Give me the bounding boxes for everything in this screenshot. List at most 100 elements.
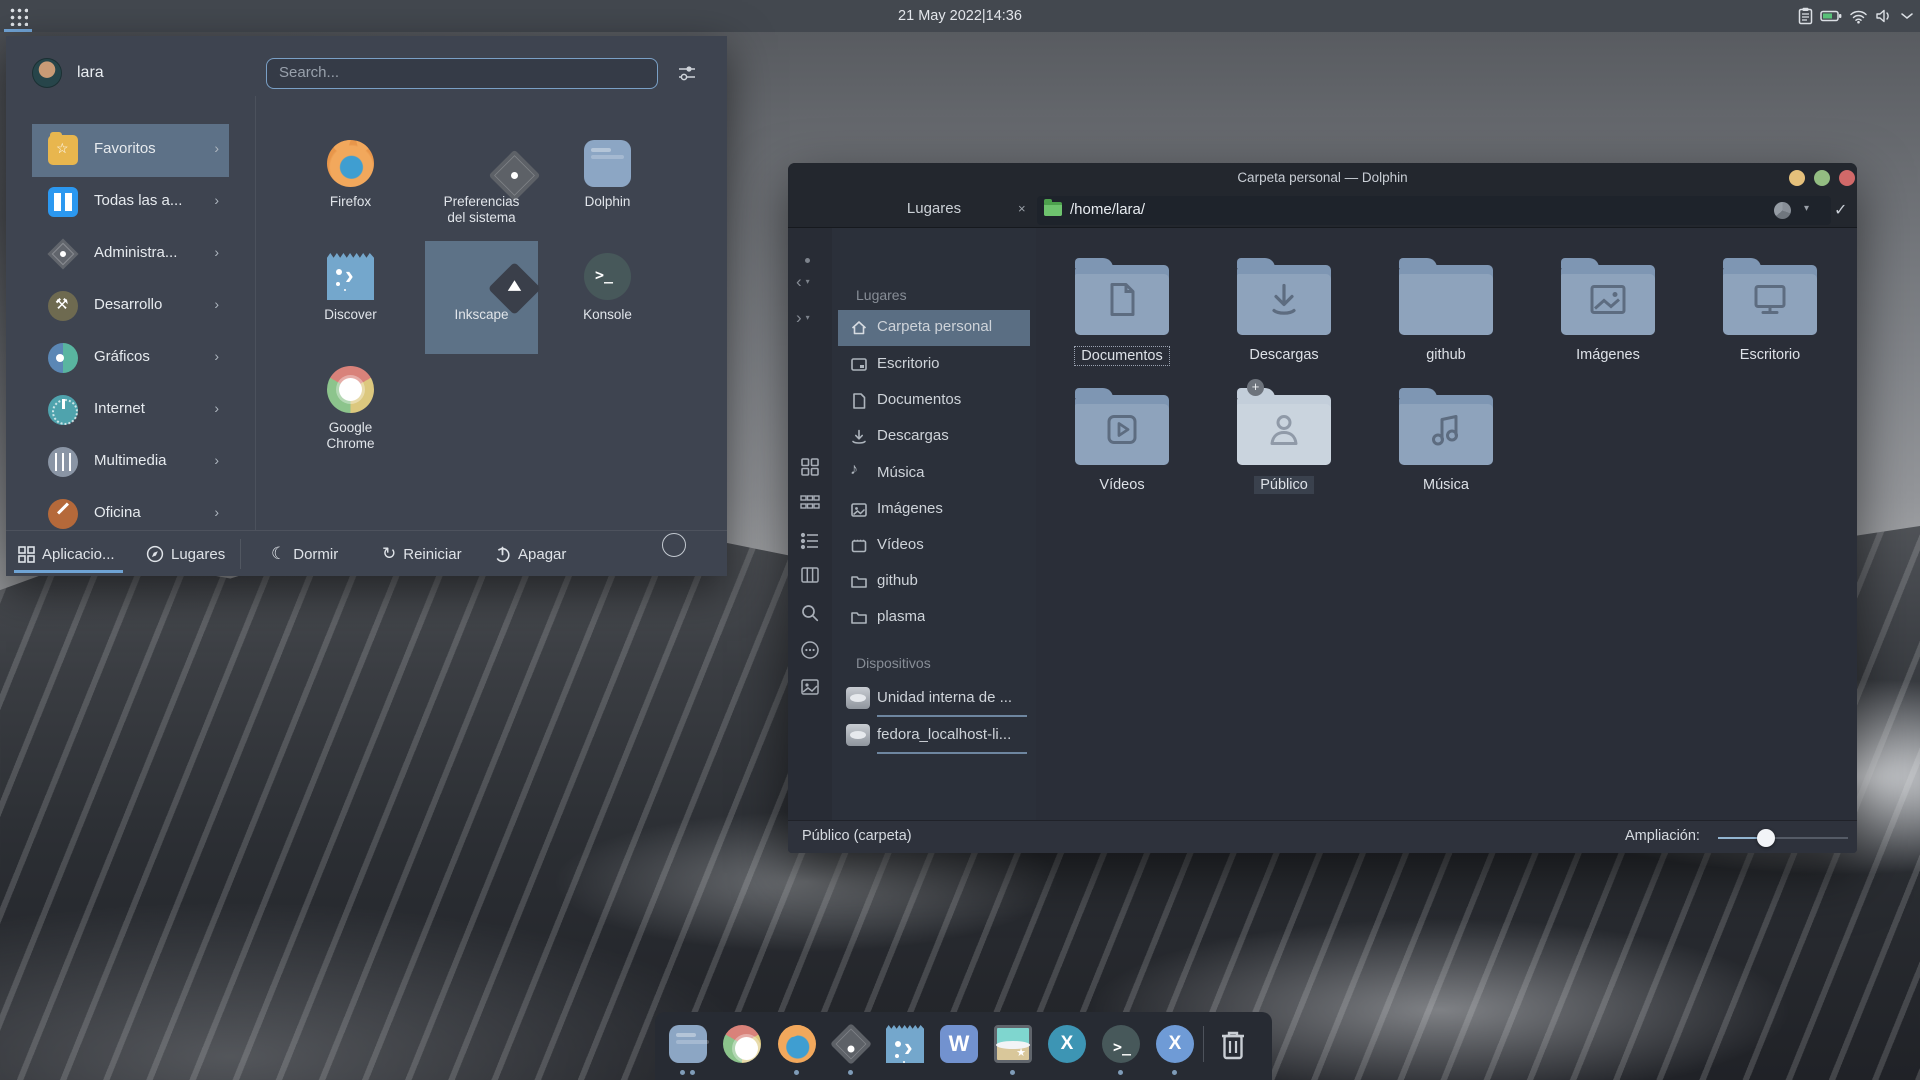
split-view-button[interactable] <box>799 564 821 586</box>
zoom-slider-handle[interactable] <box>1757 829 1775 847</box>
place-imagenes[interactable]: Imágenes <box>838 492 1030 528</box>
folder-view[interactable]: Documentos Descargas github Imágenes Esc… <box>1036 228 1857 820</box>
device-fedora-localhost[interactable]: fedora_localhost-li... <box>838 718 1030 754</box>
folder-videos[interactable] <box>1075 395 1169 465</box>
dock-trash-icon[interactable] <box>1218 1028 1248 1062</box>
folder-icon <box>850 609 868 627</box>
icons-view-button[interactable] <box>799 456 821 478</box>
panel-handle-dot <box>805 258 810 263</box>
sidebar-item-todas-las-aplicaciones[interactable]: Todas las a... › <box>32 176 229 229</box>
back-button[interactable]: ‹▾ <box>796 272 832 292</box>
place-plasma[interactable]: plasma <box>838 600 1030 636</box>
battery-icon[interactable] <box>1820 9 1842 23</box>
dock-chrome-icon[interactable] <box>723 1025 761 1063</box>
place-videos[interactable]: Vídeos <box>838 528 1030 564</box>
device-unidad-interna[interactable]: Unidad interna de ... <box>838 681 1030 717</box>
dock-dolphin-icon[interactable] <box>669 1025 707 1063</box>
panel-chevron-down-icon[interactable] <box>1900 11 1914 21</box>
dock-firefox-icon[interactable] <box>778 1025 816 1063</box>
folder-label-github[interactable]: github <box>1371 346 1521 364</box>
search-input[interactable]: Search... <box>266 58 658 89</box>
places-panel-close-icon[interactable]: × <box>1018 192 1026 228</box>
running-indicator-dot <box>1118 1070 1123 1075</box>
favorite-inkscape[interactable]: Inkscape <box>425 241 538 354</box>
folder-escritorio[interactable] <box>1723 265 1817 335</box>
place-carpeta-personal[interactable]: Carpeta personal <box>838 310 1030 346</box>
sidebar-item-oficina[interactable]: Oficina › <box>32 488 229 530</box>
volume-icon[interactable] <box>1875 8 1893 24</box>
folder-github[interactable] <box>1399 265 1493 335</box>
favorite-preferencias-del-sistema[interactable]: Preferenciasdel sistema <box>425 128 538 241</box>
wifi-icon[interactable] <box>1849 9 1868 24</box>
place-musica[interactable]: ♪ Música <box>838 456 1030 492</box>
search-button[interactable] <box>799 602 821 624</box>
location-caret-down-icon[interactable]: ▾ <box>1804 203 1809 214</box>
sidebar-item-label: Internet <box>94 400 145 417</box>
dock-x-icon[interactable]: X <box>1156 1025 1194 1063</box>
favorite-label: Preferenciasdel sistema <box>425 194 538 225</box>
folder-descargas[interactable] <box>1237 265 1331 335</box>
favorite-label: Inkscape <box>425 307 538 323</box>
favorites-folder-icon <box>48 135 78 165</box>
sidebar-item-internet[interactable]: Internet › <box>32 384 229 437</box>
dock-gallery-icon[interactable] <box>994 1025 1032 1063</box>
place-label: github <box>877 572 918 589</box>
configure-icon[interactable] <box>676 62 698 89</box>
shutdown-button[interactable]: Apagar <box>494 531 566 577</box>
sidebar-item-favoritos[interactable]: Favoritos › <box>32 124 229 177</box>
forward-button[interactable]: ›▾ <box>796 308 832 328</box>
sidebar-item-graficos[interactable]: Gráficos › <box>32 332 229 385</box>
dock-writer-icon[interactable]: W <box>940 1025 978 1063</box>
compact-view-button[interactable] <box>799 491 821 513</box>
sleep-button[interactable]: ☾ Dormir <box>271 531 338 577</box>
sidebar-item-desarrollo[interactable]: Desarrollo › <box>32 280 229 333</box>
dock-system-settings-icon[interactable] <box>832 1025 870 1063</box>
sidebar-item-multimedia[interactable]: Multimedia › <box>32 436 229 489</box>
more-options-button[interactable] <box>799 639 821 661</box>
office-icon <box>48 499 78 529</box>
accept-button[interactable]: ✓ <box>1834 200 1847 220</box>
place-github[interactable]: github <box>838 564 1030 600</box>
maximize-button[interactable] <box>1814 170 1830 186</box>
folder-publico[interactable] <box>1237 395 1331 465</box>
tab-lugares[interactable]: Lugares <box>146 531 225 577</box>
favorite-google-chrome[interactable]: GoogleChrome <box>294 354 407 467</box>
folder-label-imagenes[interactable]: Imágenes <box>1533 346 1683 364</box>
folder-label-escritorio[interactable]: Escritorio <box>1695 346 1845 364</box>
preview-button[interactable] <box>799 676 821 698</box>
place-escritorio[interactable]: Escritorio <box>838 347 1030 383</box>
location-bar[interactable]: /home/lara/ ▾ <box>1037 196 1831 225</box>
free-space-icon[interactable] <box>1774 202 1791 219</box>
user-avatar[interactable] <box>32 58 62 88</box>
dock-code-icon[interactable]: X <box>1048 1025 1086 1063</box>
digital-clock[interactable]: 21 May 2022|14:36 <box>0 0 1920 32</box>
folder-label-publico[interactable]: Público <box>1209 476 1359 494</box>
folder-label-musica[interactable]: Música <box>1371 476 1521 494</box>
details-view-button[interactable] <box>799 530 821 552</box>
clipboard-icon[interactable] <box>1798 7 1813 25</box>
favorite-firefox[interactable]: Firefox <box>294 128 407 241</box>
favorite-discover[interactable]: Discover <box>294 241 407 354</box>
select-plus-badge[interactable]: + <box>1247 379 1264 396</box>
folder-documentos[interactable] <box>1075 265 1169 335</box>
collapse-session-buttons[interactable] <box>662 533 686 557</box>
folder-imagenes[interactable] <box>1561 265 1655 335</box>
zoom-slider[interactable] <box>1718 837 1848 839</box>
favorite-konsole[interactable]: Konsole <box>551 241 664 354</box>
dock-discover-icon[interactable] <box>886 1025 924 1063</box>
close-button[interactable] <box>1839 170 1855 186</box>
place-descargas[interactable]: Descargas <box>838 419 1030 455</box>
sidebar-item-administracion[interactable]: Administra... › <box>32 228 229 281</box>
dolphin-window: Carpeta personal — Dolphin Lugares × /ho… <box>788 163 1857 853</box>
restart-button[interactable]: ↻ Reiniciar <box>382 531 462 577</box>
folder-label-descargas[interactable]: Descargas <box>1209 346 1359 364</box>
footer-divider <box>240 539 241 569</box>
window-titlebar[interactable]: Carpeta personal — Dolphin <box>788 163 1857 192</box>
folder-label-videos[interactable]: Vídeos <box>1047 476 1197 494</box>
dock-konsole-icon[interactable] <box>1102 1025 1140 1063</box>
folder-musica[interactable] <box>1399 395 1493 465</box>
folder-label-documentos[interactable]: Documentos <box>1047 346 1197 366</box>
place-documentos[interactable]: Documentos <box>838 383 1030 419</box>
minimize-button[interactable] <box>1789 170 1805 186</box>
favorite-dolphin[interactable]: Dolphin <box>551 128 664 241</box>
